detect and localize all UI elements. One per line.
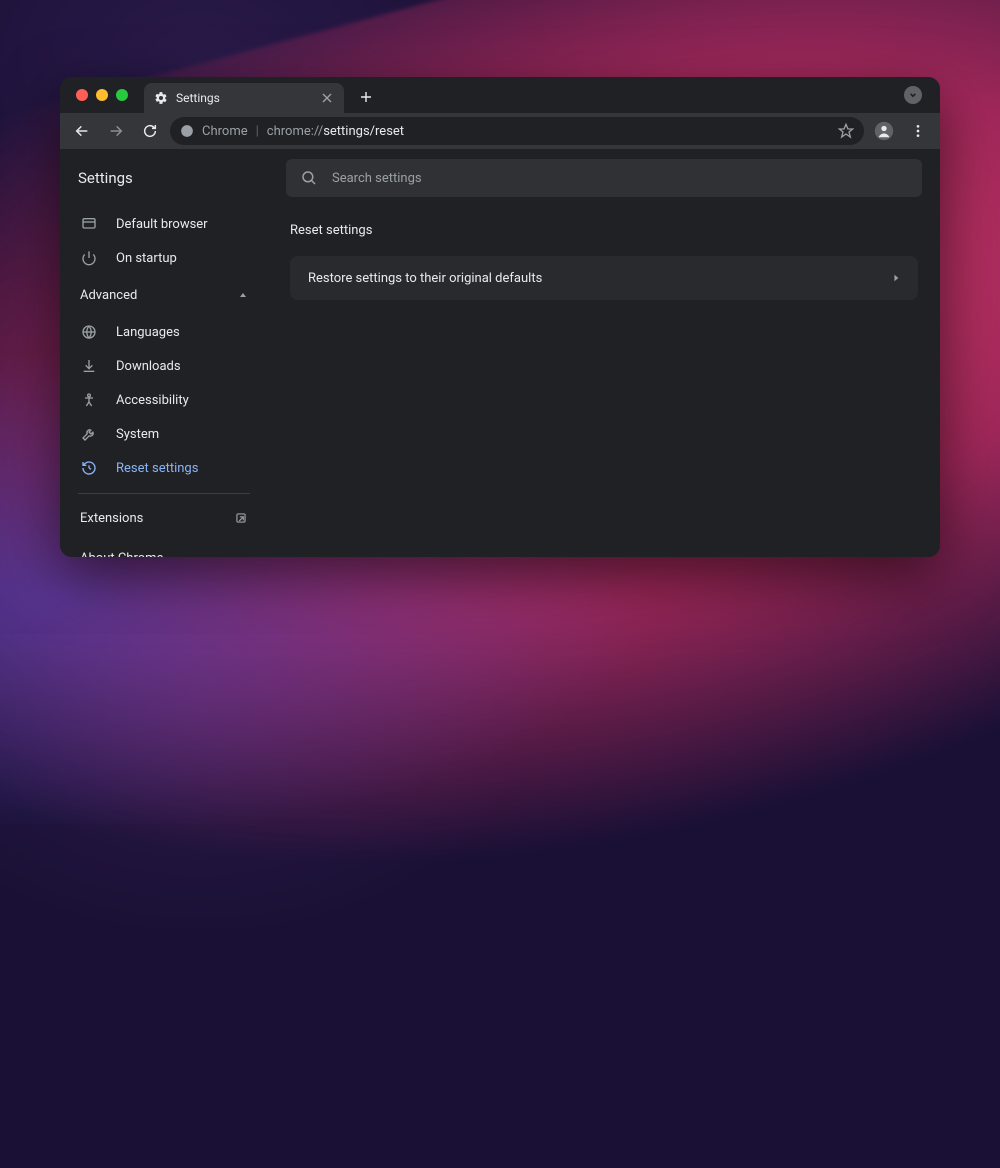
sidebar-item-accessibility[interactable]: Accessibility xyxy=(60,383,268,417)
sidebar-item-languages[interactable]: Languages xyxy=(60,315,268,349)
profile-button[interactable] xyxy=(870,117,898,145)
chevron-right-icon xyxy=(892,273,900,283)
browser-icon xyxy=(80,215,98,233)
external-link-icon xyxy=(234,511,248,525)
settings-content: Settings Default browser xyxy=(60,149,940,557)
chevron-up-icon xyxy=(238,290,248,300)
omnibox-actions xyxy=(838,123,854,139)
sidebar-item-reset-settings[interactable]: Reset settings xyxy=(60,451,268,485)
sidebar-item-label: Accessibility xyxy=(116,393,189,408)
new-tab-button[interactable] xyxy=(352,83,380,111)
section-title: Reset settings xyxy=(290,223,918,238)
sidebar-item-label: Reset settings xyxy=(116,461,198,476)
close-icon[interactable] xyxy=(320,91,334,105)
window-minimize-button[interactable] xyxy=(96,89,108,101)
wrench-icon xyxy=(80,425,98,443)
address-url: chrome://settings/reset xyxy=(267,124,404,139)
settings-main-panel: Reset settings Restore settings to their… xyxy=(268,207,940,557)
settings-body: Default browser On startup Advanced xyxy=(60,207,940,557)
globe-icon xyxy=(80,323,98,341)
window-close-button[interactable] xyxy=(76,89,88,101)
search-icon xyxy=(300,169,318,187)
settings-sidebar: Default browser On startup Advanced xyxy=(60,207,268,557)
menu-button[interactable] xyxy=(904,117,932,145)
settings-header: Settings xyxy=(60,149,940,207)
accessibility-icon xyxy=(80,391,98,409)
page-title: Settings xyxy=(78,169,268,187)
bookmark-icon[interactable] xyxy=(838,123,854,139)
sidebar-section-advanced[interactable]: Advanced xyxy=(60,275,268,315)
row-label: Restore settings to their original defau… xyxy=(308,271,542,286)
sidebar-item-downloads[interactable]: Downloads xyxy=(60,349,268,383)
sidebar-item-label: Downloads xyxy=(116,359,181,374)
reload-button[interactable] xyxy=(136,117,164,145)
browser-window: Settings Chrome | xyxy=(60,77,940,557)
power-icon xyxy=(80,249,98,267)
back-button[interactable] xyxy=(68,117,96,145)
search-input[interactable] xyxy=(332,171,908,186)
sidebar-item-label: About Chrome xyxy=(80,551,163,558)
tab-title: Settings xyxy=(176,91,312,105)
sidebar-item-default-browser[interactable]: Default browser xyxy=(60,207,268,241)
sidebar-item-label: System xyxy=(116,427,159,442)
address-divider: | xyxy=(256,124,259,139)
browser-toolbar: Chrome | chrome://settings/reset xyxy=(60,113,940,149)
window-controls xyxy=(68,89,144,101)
sidebar-item-label: Default browser xyxy=(116,217,208,232)
tab-search-button[interactable] xyxy=(904,86,922,104)
address-chip: Chrome xyxy=(202,124,248,139)
sidebar-item-on-startup[interactable]: On startup xyxy=(60,241,268,275)
address-bar[interactable]: Chrome | chrome://settings/reset xyxy=(170,117,864,145)
restore-icon xyxy=(80,459,98,477)
forward-button[interactable] xyxy=(102,117,130,145)
tab-strip-right xyxy=(904,86,932,104)
gear-icon xyxy=(154,91,168,105)
browser-tab[interactable]: Settings xyxy=(144,83,344,113)
sidebar-divider xyxy=(78,493,250,494)
sidebar-item-extensions[interactable]: Extensions xyxy=(60,498,268,538)
sidebar-item-system[interactable]: System xyxy=(60,417,268,451)
site-info-icon[interactable] xyxy=(180,124,194,138)
sidebar-item-about[interactable]: About Chrome xyxy=(60,538,268,557)
sidebar-item-label: Languages xyxy=(116,325,180,340)
download-icon xyxy=(80,357,98,375)
window-maximize-button[interactable] xyxy=(116,89,128,101)
sidebar-item-label: Extensions xyxy=(80,511,143,526)
sidebar-item-label: On startup xyxy=(116,251,177,266)
restore-defaults-row[interactable]: Restore settings to their original defau… xyxy=(290,256,918,300)
section-label: Advanced xyxy=(80,288,137,303)
settings-search[interactable] xyxy=(286,159,922,197)
tab-strip: Settings xyxy=(60,77,940,113)
